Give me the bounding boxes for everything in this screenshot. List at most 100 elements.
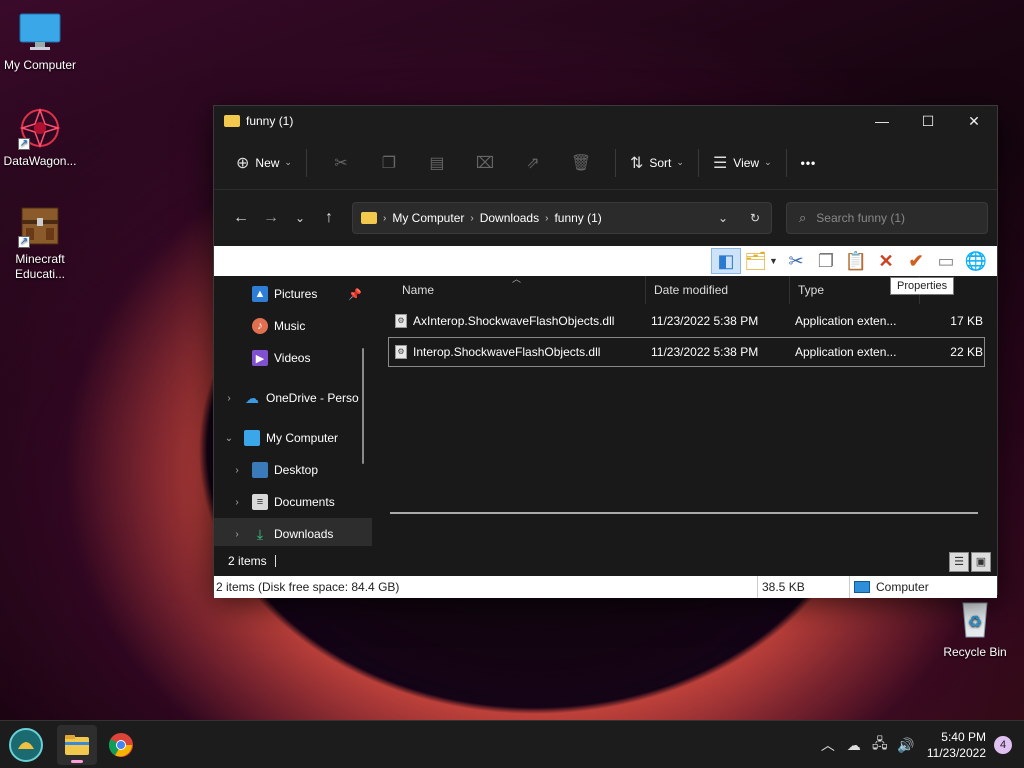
status-bar: 2 items ☰ ▣ — [214, 546, 997, 576]
window-title: funny (1) — [246, 114, 294, 128]
nav-item-onedrive[interactable]: › ☁ OneDrive - Perso — [214, 382, 372, 414]
address-bar[interactable]: › My Computer › Downloads › funny (1) ⌄ … — [352, 202, 772, 234]
maximize-button[interactable]: ☐ — [905, 106, 951, 136]
sort-ascending-icon: ︿ — [512, 274, 522, 284]
chevron-right-icon[interactable]: › — [214, 465, 252, 476]
divider — [697, 148, 699, 177]
notification-badge[interactable]: 4 — [994, 736, 1012, 754]
delete-x-icon: ✕ — [878, 250, 894, 271]
desktop-icon-label: Recycle Bin — [943, 645, 1007, 659]
chevron-right-icon[interactable]: › — [214, 497, 252, 508]
column-type-label: Type — [798, 283, 825, 297]
system-tray: ︿ ☁ 🖧 🔊 5:40 PM 11/23/2022 4 — [815, 721, 1012, 768]
active-indicator — [71, 760, 83, 763]
nav-scrollbar[interactable] — [362, 348, 364, 464]
recent-locations-button[interactable]: ⌄ — [286, 211, 314, 225]
select-button[interactable]: 🗂 ▼ — [741, 248, 781, 274]
desktop-icon-recycle-bin[interactable]: ♻ Recycle Bin — [935, 597, 1015, 660]
more-options-button[interactable]: ••• — [797, 147, 821, 179]
content-area: ▲ Pictures 📌 ♪ Music ▶ Videos › ☁ OneDri… — [214, 274, 997, 550]
new-button[interactable]: ⊕ New ⌄ — [232, 147, 296, 179]
rename-button-classic[interactable]: ▭ — [931, 248, 961, 274]
nav-item-videos[interactable]: ▶ Videos — [214, 342, 372, 374]
file-row[interactable]: ⚙ Interop.ShockwaveFlashObjects.dll 11/23… — [388, 337, 985, 367]
up-button[interactable]: ↑ — [314, 209, 344, 227]
address-dropdown-button[interactable]: ⌄ — [707, 211, 739, 225]
breadcrumb-my-computer[interactable]: My Computer — [392, 211, 464, 225]
details-view-button[interactable]: ☰ — [949, 552, 969, 572]
chevron-up-icon[interactable]: ︿ — [815, 735, 841, 755]
nav-item-music[interactable]: ♪ Music — [214, 310, 372, 342]
delete-button[interactable]: 🗑 — [557, 147, 605, 179]
chevron-right-icon[interactable]: › — [214, 529, 252, 540]
navigation-pane-button[interactable]: ◧ — [711, 248, 741, 274]
view-list-icon: ☰ — [712, 154, 728, 172]
view-button[interactable]: ☰ View ⌄ — [709, 147, 776, 179]
dll-file-icon: ⚙ — [395, 314, 407, 328]
copy-button-classic[interactable]: ❐ — [811, 248, 841, 274]
title-bar[interactable]: funny (1) — ☐ ✕ — [214, 106, 997, 136]
properties-button[interactable]: ✔ — [901, 248, 931, 274]
chevron-right-icon[interactable]: › — [214, 393, 244, 404]
desktop-icon-datawagon[interactable]: ↗ DataWagon... — [0, 106, 80, 169]
pane-icon: ◧ — [717, 250, 735, 271]
nav-item-pictures[interactable]: ▲ Pictures 📌 — [214, 278, 372, 310]
network-icon[interactable]: 🖧 — [867, 733, 893, 757]
folder-icon — [65, 735, 89, 755]
checkmark-icon: ✔ — [908, 250, 924, 271]
folder-icon — [224, 115, 240, 127]
column-name[interactable]: ︿ Name — [372, 274, 646, 304]
chevron-right-icon: › — [545, 212, 549, 224]
breadcrumb-funny[interactable]: funny (1) — [554, 211, 601, 225]
file-name: AxInterop.ShockwaveFlashObjects.dll — [413, 314, 615, 328]
clock[interactable]: 5:40 PM 11/23/2022 — [927, 729, 986, 761]
cut-button[interactable]: ✂ — [317, 147, 365, 179]
nav-item-desktop[interactable]: › Desktop — [214, 454, 372, 486]
nav-item-documents[interactable]: › ≡ Documents — [214, 486, 372, 518]
folder-check-icon: 🗂 — [744, 250, 767, 271]
view-label: View — [733, 155, 760, 170]
share-icon: ⇗ — [526, 154, 540, 172]
trash-icon: 🗑 — [570, 154, 592, 172]
volume-icon[interactable]: 🔊 — [893, 737, 919, 754]
forward-button[interactable]: → — [256, 209, 286, 227]
desktop-icon-minecraft[interactable]: ↗ Minecraft Educati... — [0, 204, 80, 282]
plus-circle-icon: ⊕ — [236, 154, 250, 172]
status-location-label: Computer — [876, 580, 929, 594]
paste-button[interactable]: ▤ — [413, 147, 461, 179]
delete-button-classic[interactable]: ✕ — [871, 248, 901, 274]
chevron-right-icon: › — [383, 212, 387, 224]
clipboard-icon: 📋 — [844, 250, 868, 271]
chrome-taskbar-button[interactable] — [101, 725, 141, 765]
cut-button-classic[interactable]: ✂ — [781, 248, 811, 274]
globe-button[interactable]: 🌐 — [961, 248, 991, 274]
nav-item-my-computer[interactable]: ⌄ My Computer — [214, 422, 372, 454]
chevron-down-icon[interactable]: ⌄ — [214, 433, 244, 444]
desktop-icon-label: Minecraft Educati... — [14, 252, 66, 281]
refresh-button[interactable]: ↻ — [739, 211, 771, 225]
minimize-button[interactable]: — — [859, 106, 905, 136]
onedrive-cloud-icon[interactable]: ☁ — [841, 737, 867, 754]
sort-arrows-icon: ⇅ — [629, 154, 644, 172]
desktop-icon-my-computer[interactable]: My Computer — [0, 10, 80, 73]
nav-item-label: Music — [274, 319, 306, 333]
share-button[interactable]: ⇗ — [509, 147, 557, 179]
search-input[interactable]: ⌕ Search funny (1) — [786, 202, 988, 234]
breadcrumb-downloads[interactable]: Downloads — [480, 211, 539, 225]
start-button[interactable] — [6, 725, 46, 765]
file-explorer-taskbar-button[interactable] — [57, 725, 97, 765]
desktop-icon-label: My Computer — [3, 58, 77, 72]
paste-button-classic[interactable]: 📋 — [841, 248, 871, 274]
file-row[interactable]: ⚙ AxInterop.ShockwaveFlashObjects.dll 11/… — [388, 306, 985, 336]
column-date-modified[interactable]: Date modified — [646, 276, 790, 304]
nav-item-label: OneDrive - Perso — [266, 391, 359, 405]
globe-icon: 🌐 — [964, 250, 988, 271]
horizontal-scrollbar[interactable] — [390, 512, 978, 514]
copy-button[interactable]: ❐ — [365, 147, 413, 179]
file-date: 11/23/2022 5:38 PM — [651, 345, 759, 359]
close-button[interactable]: ✕ — [951, 106, 997, 136]
large-icons-view-button[interactable]: ▣ — [971, 552, 991, 572]
back-button[interactable]: ← — [226, 209, 256, 227]
sort-button[interactable]: ⇅ Sort ⌄ — [626, 147, 688, 179]
rename-button[interactable]: ⌧ — [461, 147, 509, 179]
